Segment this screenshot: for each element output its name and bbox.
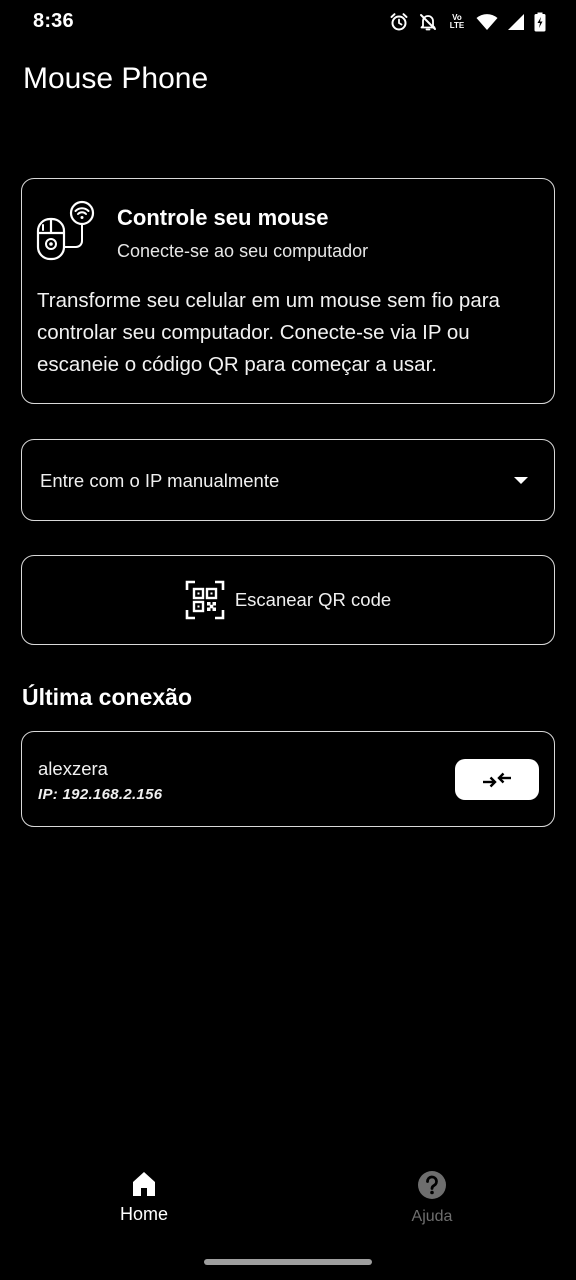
battery-icon <box>534 12 546 32</box>
gesture-navigation-bar[interactable] <box>204 1259 372 1265</box>
volte-indicator: Vo LTE <box>449 13 465 30</box>
signal-icon <box>508 14 524 30</box>
dropdown-arrow-icon <box>514 477 528 484</box>
connect-arrows-icon <box>483 772 511 787</box>
wifi-icon <box>476 14 498 30</box>
info-title: Controle seu mouse <box>117 205 329 230</box>
ip-manual-dropdown[interactable]: Entre com o IP manualmente <box>21 439 555 521</box>
home-icon <box>133 1172 155 1196</box>
connection-name: alexzera <box>38 758 108 779</box>
info-card: Controle seu mouse Conecte-se ao seu com… <box>21 178 555 404</box>
info-description: Transforme seu celular em um mouse sem f… <box>37 289 500 376</box>
connection-ip: IP: 192.168.2.156 <box>38 786 163 803</box>
wireless-mouse-icon <box>36 200 95 261</box>
help-icon <box>418 1171 446 1199</box>
info-subtitle: Conecte-se ao seu computador <box>117 241 369 261</box>
nav-home-label: Home <box>119 1204 168 1224</box>
scan-qr-button[interactable]: Escanear QR code <box>21 555 555 645</box>
nav-home[interactable]: Home <box>84 1170 204 1225</box>
bottom-navigation: Home Ajuda <box>0 1170 576 1250</box>
last-connection-title: Última conexão <box>22 684 192 710</box>
nav-help[interactable]: Ajuda <box>372 1170 492 1226</box>
alarm-icon <box>390 13 408 31</box>
qr-code-icon <box>185 580 225 620</box>
nav-help-label: Ajuda <box>411 1208 453 1225</box>
reconnect-button[interactable] <box>455 759 539 800</box>
ip-dropdown-label: Entre com o IP manualmente <box>40 470 280 491</box>
status-icons: Vo LTE <box>389 9 546 35</box>
last-connection-card: alexzera IP: 192.168.2.156 <box>21 731 555 827</box>
status-time: 8:36 <box>33 10 74 32</box>
app-title: Mouse Phone <box>23 62 209 95</box>
scan-qr-label: Escanear QR code <box>234 589 392 610</box>
bell-off-icon <box>420 14 436 31</box>
status-bar: 8:36 Vo LTE <box>0 0 576 44</box>
